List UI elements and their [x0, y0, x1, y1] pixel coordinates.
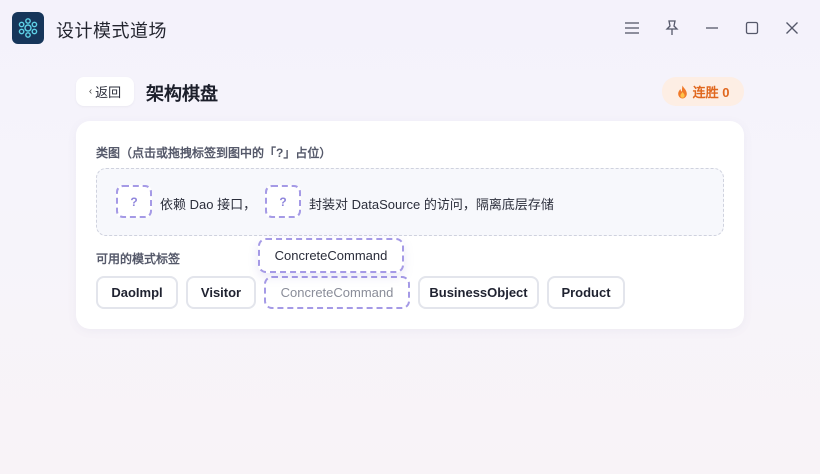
flame-icon	[677, 85, 687, 98]
tag-chip-product[interactable]: Product	[547, 276, 625, 309]
streak-label: 连胜 0	[692, 85, 730, 100]
diagram-section-label: 类图（点击或拖拽标签到图中的「?」占位）	[96, 146, 332, 160]
back-button[interactable]: ‹ 返回	[76, 77, 134, 106]
chevron-left-icon: ‹	[88, 86, 93, 97]
diagram-text-segment-1: 依赖 Dao 接口，	[160, 197, 257, 212]
window-title: 设计模式道场	[56, 21, 167, 41]
title-bar: 设计模式道场	[0, 0, 820, 56]
pin-icon[interactable]	[658, 14, 686, 42]
back-button-label: 返回	[95, 85, 122, 100]
tag-chip-daoimpl[interactable]: DaoImpl	[96, 276, 178, 309]
placeholder-slot-1[interactable]: ?	[116, 185, 152, 218]
tag-chip-visitor[interactable]: Visitor	[186, 276, 256, 309]
maximize-icon[interactable]	[738, 14, 766, 42]
tag-chip-concretecommand[interactable]: ConcreteCommand	[264, 276, 410, 309]
placeholder-slot-2[interactable]: ?	[265, 185, 301, 218]
close-icon[interactable]	[778, 14, 806, 42]
diagram-text-segment-2: 封装对 DataSource 的访问，隔离底层存储	[309, 197, 554, 212]
streak-badge: 连胜 0	[662, 77, 744, 106]
app-logo-icon	[12, 12, 44, 44]
minimize-icon[interactable]	[698, 14, 726, 42]
available-tags-label: 可用的模式标签	[96, 252, 181, 266]
page-title: 架构棋盘	[146, 84, 218, 104]
dragging-tag-chip[interactable]: ConcreteCommand	[258, 238, 404, 273]
menu-icon[interactable]	[618, 14, 646, 42]
tag-chip-businessobject[interactable]: BusinessObject	[418, 276, 539, 309]
